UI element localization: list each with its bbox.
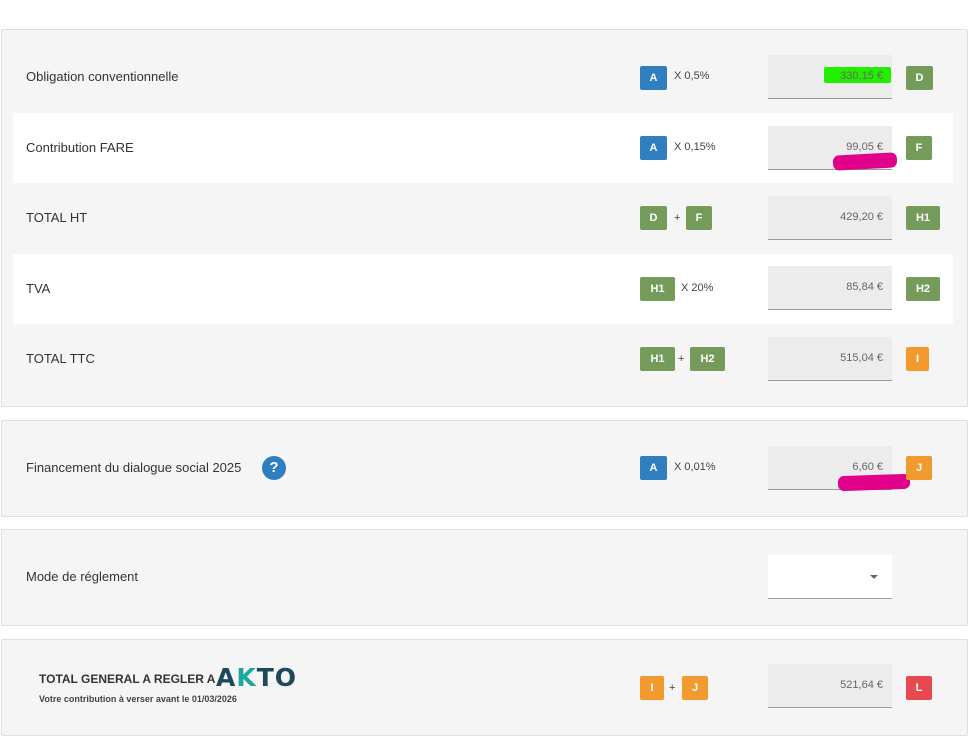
badge-i: I [640,676,664,700]
total-ttc-label: TOTAL TTC [26,351,95,366]
financement-operator: X 0,01% [674,461,716,473]
total-ht-label: TOTAL HT [26,210,88,225]
plus-operator: + [669,682,676,694]
obligation-amount-value-holder: 330,15 € [768,55,892,99]
logo-part: TO [256,663,298,692]
fare-amount: 99,05 € [846,141,883,153]
total-general-deadline: Votre contribution à verser avant le 01/… [39,694,237,704]
badge-j: J [682,676,708,700]
badge-f: F [686,206,712,230]
badge-h1: H1 [906,206,940,230]
logo-part: A [216,663,237,692]
badge-j: J [906,456,932,480]
badge-d: D [906,66,933,90]
fare-operator: X 0,15% [674,141,716,153]
badge-a: A [640,66,667,90]
obligation-amount: 330,15 € [840,70,883,82]
financement-label: Financement du dialogue social 2025 [26,460,242,475]
payment-mode-label: Mode de réglement [26,569,139,584]
payment-mode-select[interactable] [768,555,892,599]
financement-amount: 6,60 € [852,461,883,473]
total-general-amount: 521,64 € [840,679,883,691]
badge-i: I [906,347,929,371]
tva-amount-field[interactable]: 85,84 € [768,266,892,310]
pink-highlight [837,473,911,492]
akto-logo: AKTO [216,663,297,692]
obligation-label: Obligation conventionnelle [26,69,179,84]
question-icon[interactable]: ? [262,456,286,480]
logo-k: K [236,663,257,692]
badge-h2: H2 [690,347,725,371]
total-general-title: TOTAL GENERAL A REGLER A [39,672,216,686]
tva-operator: X 20% [681,282,714,294]
fare-label: Contribution FARE [26,140,134,155]
badge-h1: H1 [640,277,675,301]
total-ht-amount-field[interactable]: 429,20 € [768,196,892,240]
badge-a: A [640,136,667,160]
badge-f: F [906,136,932,160]
badge-a: A [640,456,667,480]
total-ht-amount: 429,20 € [840,211,883,223]
tva-amount: 85,84 € [846,281,883,293]
tva-label: TVA [26,281,51,296]
chevron-down-icon[interactable] [870,575,878,579]
obligation-operator: X 0,5% [674,70,710,82]
total-general-amount-field[interactable]: 521,64 € [768,664,892,708]
badge-d: D [640,206,667,230]
badge-h1: H1 [640,347,675,371]
total-ttc-amount-field[interactable]: 515,04 € [768,337,892,381]
total-ttc-amount: 515,04 € [840,352,883,364]
plus-operator: + [678,353,685,365]
badge-h2: H2 [906,277,940,301]
plus-operator: + [674,212,681,224]
badge-l: L [906,676,932,700]
